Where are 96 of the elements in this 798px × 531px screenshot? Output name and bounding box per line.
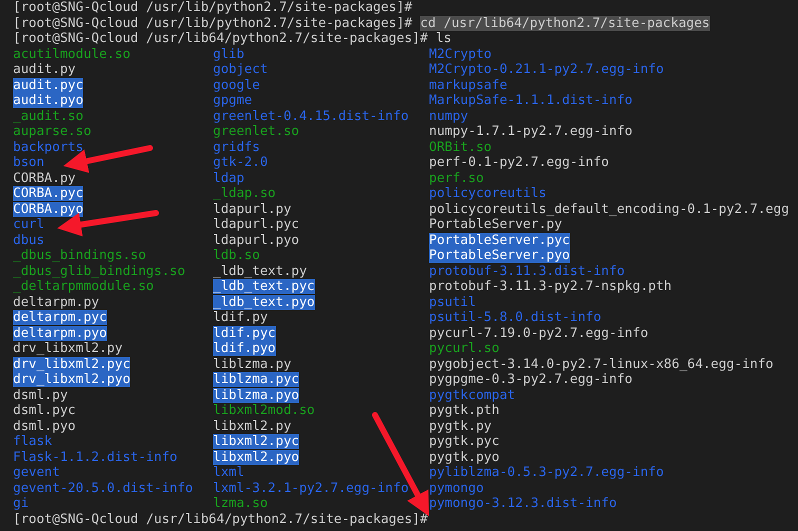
file-name: deltarpm.py xyxy=(13,294,100,310)
file-name: auparse.so xyxy=(13,124,92,139)
file-name: liblzma.pyc xyxy=(213,372,300,387)
file-name: _dbus_bindings.so xyxy=(13,248,146,263)
file-name: protobuf-3.11.3-py2.7-nspkg.pth xyxy=(429,279,672,294)
file-name: PortableServer.pyo xyxy=(429,248,570,263)
prompt-text: [root@SNG-Qcloud /usr/lib64/python2.7/site-packages]# xyxy=(13,512,428,526)
file-name: libxml2.pyc xyxy=(213,434,300,449)
file-name: ldapurl.pyc xyxy=(213,217,300,232)
file-name: drv_libxml2.pyo xyxy=(13,372,130,387)
file-name: gobject xyxy=(213,62,268,77)
file-name: pymongo-3.12.3.dist-info xyxy=(429,496,617,511)
file-name: pygobject-3.14.0-py2.7-linux-x86_64.egg-info xyxy=(429,356,774,372)
file-name: greenlet-0.4.15.dist-info xyxy=(213,108,409,124)
file-name: PortableServer.py xyxy=(429,217,562,232)
file-name: ldif.pyo xyxy=(213,341,276,356)
prompt-text: [root@SNG-Qcloud /usr/lib64/python2.7/site-packages]# xyxy=(13,31,428,46)
file-name: liblzma.py xyxy=(213,356,292,372)
file-name: drv_libxml2.py xyxy=(13,341,123,356)
file-name: deltarpm.pyo xyxy=(13,326,107,340)
file-name: ldapurl.py xyxy=(213,202,292,216)
file-name: pygpgme-0.3-py2.7.egg-info xyxy=(429,372,632,387)
file-name: _deltarpmmodule.so xyxy=(13,279,154,294)
file-name: audit.pyo xyxy=(13,93,84,108)
file-name: glib xyxy=(213,46,244,62)
file-name: _ldb_text.pyc xyxy=(213,279,315,294)
file-name: libxml2.pyo xyxy=(213,450,300,464)
file-name: pyliblzma-0.5.3-py2.7.egg-info xyxy=(429,465,664,480)
file-name: google xyxy=(213,78,260,92)
file-name: dsml.pyo xyxy=(13,418,76,434)
file-name: ldap xyxy=(213,170,244,186)
file-name: CORBA.pyc xyxy=(13,186,84,201)
file-name: gtk-2.0 xyxy=(213,155,268,170)
file-name: gi xyxy=(13,496,29,511)
file-name: greenlet.so xyxy=(213,124,300,139)
file-name: _ldb_text.pyo xyxy=(213,294,315,310)
prompt-text: [root@SNG-Qcloud /usr/lib/python2.7/site-packages]# xyxy=(13,0,412,15)
file-name: curl xyxy=(13,217,44,232)
file-name: audit.pyc xyxy=(13,78,84,92)
file-name: pycurl-7.19.0-py2.7.egg-info xyxy=(429,326,648,340)
file-name: gridfs xyxy=(213,140,260,154)
file-name: gevent xyxy=(13,465,60,480)
file-name: gevent-20.5.0.dist-info xyxy=(13,480,194,496)
command-text: ls xyxy=(436,31,452,46)
file-name: libxml2.py xyxy=(213,418,292,434)
file-name: _ldb_text.py xyxy=(213,264,307,278)
file-name: Flask-1.1.2.dist-info xyxy=(13,450,178,464)
file-name: CORBA.py xyxy=(13,170,76,186)
file-name: policycoreutils_default_encoding-0.1-py2.7.egg xyxy=(429,202,790,216)
file-name: M2Crypto-0.21.1-py2.7.egg-info xyxy=(429,62,664,77)
prompt-text: [root@SNG-Qcloud /usr/lib/python2.7/site-packages]# xyxy=(13,16,412,30)
file-name: dsml.pyc xyxy=(13,403,76,418)
file-name: libxml2mod.so xyxy=(213,403,315,418)
file-name: flask xyxy=(13,434,52,449)
file-name: lxml xyxy=(213,465,244,480)
file-name: ORBit.so xyxy=(429,140,492,154)
file-name: protobuf-3.11.3.dist-info xyxy=(429,264,625,278)
file-name: drv_libxml2.pyc xyxy=(13,356,130,372)
file-name: psutil-5.8.0.dist-info xyxy=(429,310,602,325)
file-name: acutilmodule.so xyxy=(13,46,130,62)
file-name: perf-0.1-py2.7.egg-info xyxy=(429,155,610,170)
file-name: ldif.pyc xyxy=(213,326,276,340)
file-name: backports xyxy=(13,140,84,154)
file-name: deltarpm.pyc xyxy=(13,310,107,325)
file-name: pygtk.pyc xyxy=(429,434,500,449)
file-name: MarkupSafe-1.1.1.dist-info xyxy=(429,93,632,108)
file-name: dbus xyxy=(13,232,44,248)
file-name: M2Crypto xyxy=(429,46,492,62)
file-name: pymongo xyxy=(429,480,484,496)
file-name: lzma.so xyxy=(213,496,268,511)
file-name: liblzma.pyo xyxy=(213,388,300,402)
file-name: ldb.so xyxy=(213,248,260,263)
file-name: policycoreutils xyxy=(429,186,546,201)
file-name: ldapurl.pyo xyxy=(213,232,300,248)
file-name: audit.py xyxy=(13,62,76,77)
file-name: pycurl.so xyxy=(429,341,500,356)
file-name: CORBA.pyo xyxy=(13,202,84,216)
file-name: lxml-3.2.1-py2.7.egg-info xyxy=(213,480,409,496)
file-name: PortableServer.pyc xyxy=(429,232,570,248)
file-name: _audit.so xyxy=(13,108,84,124)
file-name: markupsafe xyxy=(429,78,508,92)
file-name: _ldap.so xyxy=(213,186,276,201)
file-name: pygtk.pth xyxy=(429,403,500,418)
command-text: cd /usr/lib64/python2.7/site-packages xyxy=(420,16,710,30)
file-name: pygtkcompat xyxy=(429,388,516,402)
file-name: _dbus_glib_bindings.so xyxy=(13,264,186,278)
file-name: numpy-1.7.1-py2.7.egg-info xyxy=(429,124,632,139)
file-name: perf.so xyxy=(429,170,484,186)
file-name: pygtk.py xyxy=(429,418,492,434)
file-name: psutil xyxy=(429,294,476,310)
file-name: ldif.py xyxy=(213,310,268,325)
file-name: gpgme xyxy=(213,93,252,108)
file-name: pygtk.pyo xyxy=(429,450,500,464)
file-name: bson xyxy=(13,155,44,170)
file-name: dsml.py xyxy=(13,388,68,402)
file-name: numpy xyxy=(429,108,468,124)
